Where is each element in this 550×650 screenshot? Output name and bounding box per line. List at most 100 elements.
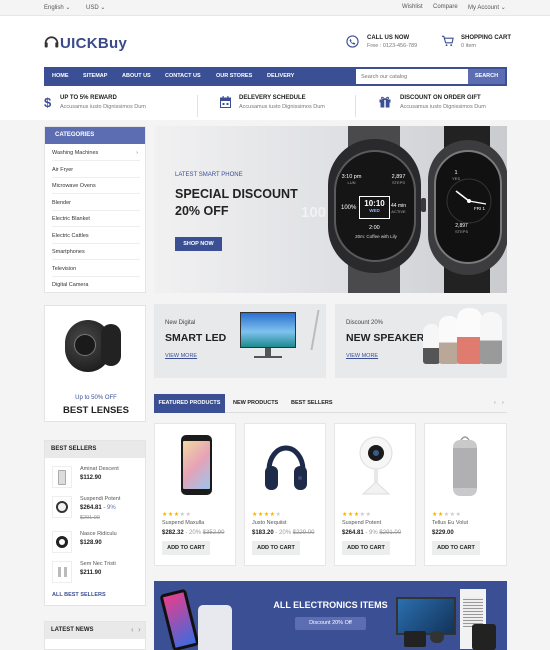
tab-new-products[interactable]: NEW PRODUCTS (233, 394, 278, 413)
camera-image (357, 436, 395, 498)
product-card[interactable]: ★★★★★ Suspend Potent $264.81 - 9% $291.0… (334, 423, 416, 566)
tab-featured-products[interactable]: FEATURED PRODUCTS (154, 394, 225, 413)
product-name[interactable]: Nasce Ridiculu (80, 531, 117, 537)
category-washing-machines[interactable]: Washing Machines › (52, 150, 140, 161)
smartwatch-image: 3:10 pm LUN 2,897 STEPS 10:10 WED 100% 44 m… (324, 126, 426, 293)
category-digital-camera[interactable]: Digital Camera (52, 282, 140, 292)
add-to-cart-button[interactable]: ADD TO CART (252, 541, 300, 555)
latest-news-panel: LATEST NEWS ‹ › (44, 621, 146, 650)
watch-label: STEPS (455, 229, 469, 234)
logo-text: UICKBuy (60, 35, 128, 52)
product-name[interactable]: Suspend Potent (342, 520, 381, 526)
watch-label: LUN (347, 180, 356, 185)
best-seller-item[interactable]: Aminat Descent $112.90 (52, 466, 142, 492)
headphones-image (263, 434, 309, 496)
feature-title: DELEVERY SCHEDULE (239, 95, 306, 101)
nav-contact-us[interactable]: CONTACT US (165, 73, 201, 79)
feature-delivery: DELEVERY SCHEDULE Accusamus iusto Dignis… (220, 95, 370, 117)
product-price: $264.81 - 9% $291.00 (342, 530, 401, 536)
shop-now-button[interactable]: SHOP NOW (175, 237, 222, 251)
hero-slider[interactable]: LATEST SMART PHONE SPECIAL DISCOUNT 20% … (154, 126, 507, 293)
lens-promo[interactable]: Up to 50% OFF BEST LENSES (44, 305, 146, 422)
banner-smart-led[interactable]: New Digital SMART LED VIEW MORE (154, 304, 326, 378)
category-electric-cattles[interactable]: Electric Cattles (52, 233, 140, 244)
category-air-fryer[interactable]: Air Fryer (52, 167, 140, 178)
price-current: $211.90 (80, 570, 102, 576)
product-name[interactable]: Sem Nec Tristi (80, 561, 116, 567)
view-more-link[interactable]: VIEW MORE (165, 353, 197, 359)
nav-sitemap[interactable]: SITEMAP (83, 73, 107, 79)
monitor-stand (265, 348, 271, 356)
phone-image (198, 605, 232, 650)
add-to-cart-button[interactable]: ADD TO CART (432, 541, 480, 555)
chevron-down-icon: ⌄ (65, 5, 71, 11)
tab-best-sellers[interactable]: BEST SELLERS (291, 394, 333, 413)
best-seller-item[interactable]: Nasce Ridiculu $128.90 (52, 531, 142, 557)
product-name[interactable]: Aminat Descent (80, 466, 119, 472)
category-blender[interactable]: Blender (52, 200, 140, 211)
dollar-icon: $ (44, 96, 52, 109)
site-logo[interactable]: UICKBuy (43, 33, 127, 53)
product-card[interactable]: ★★★★★ Tellus Eu Volut $229.00 ADD TO CAR… (424, 423, 507, 566)
nav-delivery[interactable]: DELIVERY (267, 73, 294, 79)
chevron-right-icon[interactable]: › (138, 625, 141, 634)
search-button[interactable]: SEARCH (468, 69, 505, 84)
electronics-promo-banner[interactable]: ALL ELECTRONICS ITEMS Discount 20% Off (154, 581, 507, 650)
hero-discount: 20% OFF (175, 204, 229, 218)
category-television[interactable]: Television (52, 266, 140, 277)
nav-our-stores[interactable]: OUR STORES (216, 73, 252, 79)
product-card[interactable]: ★★★★★ Suspend Maxulla $282.32 - 20% $352… (154, 423, 236, 566)
category-microwave-ovens[interactable]: Microwave Ovens (52, 183, 140, 194)
nav-about-us[interactable]: ABOUT US (122, 73, 151, 79)
lens-glass (74, 334, 96, 356)
product-tabs: FEATURED PRODUCTS NEW PRODUCTS BEST SELL… (154, 394, 507, 413)
main-nav: HOME SITEMAP ABOUT US CONTACT US OUR STO… (44, 67, 507, 86)
compare-link[interactable]: Compare (433, 4, 458, 10)
language-selector[interactable]: English ⌄ (44, 4, 70, 11)
add-to-cart-button[interactable]: ADD TO CART (342, 541, 390, 555)
top-bar: English ⌄ USD ⌄ Wishlist Compare My Acco… (0, 0, 550, 16)
feature-reward: $ UP TO 5% REWARD Accusamus iusto Dignis… (44, 95, 194, 117)
feature-subtitle: Accusamus iusto Dignissimos Dum (400, 104, 486, 110)
product-name[interactable]: Tellus Eu Volut (432, 520, 468, 526)
tv-image (396, 597, 456, 635)
nav-home[interactable]: HOME (52, 73, 69, 79)
speaker-image (423, 324, 440, 364)
product-thumbnail (52, 531, 72, 553)
product-name[interactable]: Suspend Maxulla (162, 520, 204, 526)
account-menu[interactable]: My Account ⌄ (468, 4, 506, 11)
chevron-down-icon: ⌄ (100, 5, 106, 11)
chevron-left-icon[interactable]: ‹ (131, 625, 134, 634)
chevron-right-icon: › (136, 150, 138, 156)
product-price: $264.81 - 9% (80, 505, 116, 511)
search-input[interactable] (356, 69, 468, 84)
banner-new-speaker[interactable]: Discount 20% NEW SPEAKER VIEW MORE (335, 304, 507, 378)
banner-title: NEW SPEAKER (346, 332, 425, 344)
wishlist-link[interactable]: Wishlist (402, 4, 423, 10)
category-electric-blanket[interactable]: Electric Blanket (52, 216, 140, 227)
product-name[interactable]: Justo Nequiist (252, 520, 287, 526)
watch-date: FRI 1 (474, 206, 486, 211)
feature-gift: DISCOUNT ON ORDER GIFT Accusamus iusto D… (379, 95, 529, 117)
cart-icon[interactable] (441, 35, 454, 49)
rating-stars: ★★★★★ (252, 512, 282, 518)
currency-label: USD (86, 5, 99, 11)
chevron-right-icon[interactable]: › (502, 394, 504, 413)
monitor-image (240, 312, 296, 348)
product-name[interactable]: Suspendi Potent (80, 496, 120, 502)
shopping-cart[interactable]: SHOPPING CART 0 item (461, 35, 511, 49)
product-card[interactable]: ★★★★★ Justo Nequiist $183.20 - 20% $229.… (244, 423, 326, 566)
call-title: CALL US NOW (367, 35, 410, 41)
price-discount: - 20% (185, 530, 202, 536)
category-smartphones[interactable]: Smartphones (52, 249, 140, 260)
view-more-link[interactable]: VIEW MORE (346, 353, 378, 359)
price-old: $352.90 (202, 530, 225, 536)
call-us: CALL US NOW Free : 0123-456-789 (367, 35, 417, 49)
best-sellers-panel: BEST SELLERS Aminat Descent $112.90 Susp… (44, 440, 146, 606)
add-to-cart-button[interactable]: ADD TO CART (162, 541, 210, 555)
chevron-left-icon[interactable]: ‹ (494, 394, 496, 413)
currency-selector[interactable]: USD ⌄ (86, 4, 105, 11)
best-seller-item[interactable]: Suspendi Potent $264.81 - 9% $291.00 (52, 496, 142, 522)
all-best-sellers-link[interactable]: ALL BEST SELLERS (52, 592, 106, 598)
best-seller-item[interactable]: Sem Nec Tristi $211.90 (52, 561, 142, 587)
